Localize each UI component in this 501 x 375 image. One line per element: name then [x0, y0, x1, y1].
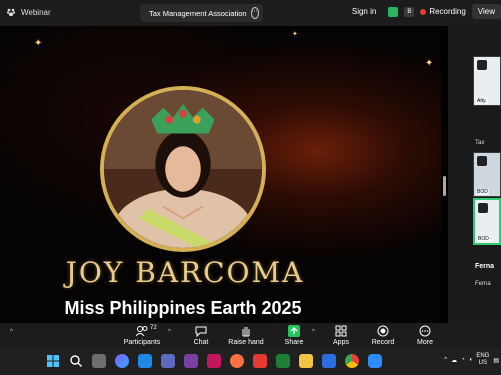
participants-button[interactable]: 72 Participants — [122, 325, 162, 346]
shared-screen: ✦ ✦ ✦ JOY BARCOMA Miss Philippines Earth… — [0, 26, 441, 323]
b-icon[interactable]: B — [404, 6, 415, 17]
video-tile[interactable]: BOD — [473, 152, 501, 197]
chat-icon — [195, 326, 207, 337]
more-icon — [419, 325, 431, 337]
zoom-icon[interactable] — [368, 354, 382, 368]
share-icon — [288, 325, 300, 337]
copilot-icon[interactable] — [115, 354, 129, 368]
teams-icon[interactable] — [161, 354, 175, 368]
sign-in-button[interactable]: Sign in — [346, 4, 382, 19]
record-icon — [377, 325, 389, 337]
windows-start-icon[interactable] — [46, 354, 60, 368]
participants-count: 72 — [150, 325, 157, 331]
firefox-icon[interactable] — [230, 354, 244, 368]
record-dot-icon — [420, 8, 427, 15]
chevron-up-icon[interactable]: ^ — [168, 329, 171, 335]
speaker-name: JOY BARCOMA — [65, 256, 305, 289]
participant-subname: Ferna — [475, 281, 491, 287]
excel-icon[interactable] — [276, 354, 290, 368]
app-icon[interactable] — [207, 354, 221, 368]
recording-indicator[interactable]: Recording — [420, 7, 466, 16]
org-logo-icon — [477, 60, 487, 70]
file-explorer-icon[interactable] — [299, 354, 313, 368]
speaker-icon[interactable]: ◖ — [469, 357, 473, 363]
participants-icon — [135, 326, 148, 337]
portrait-frame — [100, 86, 266, 252]
lang-code: ENG — [476, 353, 490, 359]
lang-region: US — [478, 360, 487, 366]
apps-label: Apps — [333, 339, 349, 346]
tile-caption: Tax — [475, 140, 485, 146]
shield-icon[interactable] — [388, 6, 399, 17]
meeting-title: Tax Management Association — [149, 8, 247, 18]
pdf-icon[interactable] — [253, 354, 267, 368]
meeting-title-pill[interactable]: Tax Management Association ⋯ — [140, 4, 263, 22]
search-icon[interactable] — [69, 354, 83, 368]
video-tile-active[interactable]: BOD - — [473, 198, 501, 245]
share-label: Share — [284, 339, 304, 346]
wifi-icon[interactable]: ◔ — [461, 357, 465, 363]
recording-label: Recording — [429, 7, 466, 16]
more-button[interactable]: More — [410, 325, 440, 346]
paw-icon — [6, 8, 16, 16]
speaker-title: Miss Philippines Earth 2025 — [64, 298, 302, 318]
task-view-icon[interactable] — [92, 354, 106, 368]
record-label: Record — [371, 339, 395, 346]
portrait-image — [104, 90, 262, 248]
participants-label: Participants — [123, 339, 161, 346]
more-label: More — [417, 339, 433, 346]
resize-handle[interactable] — [443, 176, 446, 196]
tile-label: BOD — [476, 189, 489, 195]
share-button[interactable]: Share — [280, 325, 308, 346]
chat-label: Chat — [193, 339, 209, 346]
apps-button[interactable]: Apps — [326, 325, 356, 346]
outlook-icon[interactable] — [138, 354, 152, 368]
chevron-up-icon[interactable]: ^ — [10, 329, 13, 335]
apps-icon — [335, 325, 347, 337]
participant-gallery: Atty. Tax BOD BOD - Ferna Ferna — [448, 26, 501, 323]
participant-name: Ferna — [475, 263, 495, 270]
org-logo-icon — [477, 156, 487, 166]
tile-label: Atty. — [476, 98, 488, 104]
title-bar: Webinar Tax Management Association ⋯ Sig… — [0, 0, 501, 26]
onenote-icon[interactable] — [184, 354, 198, 368]
meeting-toolbar: ^ 72 Participants ^ Chat Raise hand Shar… — [0, 323, 501, 349]
org-logo-icon — [478, 203, 488, 213]
video-tile[interactable]: Atty. — [473, 56, 501, 106]
chrome-icon[interactable] — [345, 354, 359, 368]
network-icon[interactable]: ▤ — [493, 357, 499, 364]
sparkle-icon: ✦ — [292, 31, 298, 38]
raise-hand-label: Raise hand — [228, 339, 264, 346]
cloud-icon[interactable]: ☁ — [451, 357, 457, 364]
chevron-up-icon[interactable]: ^ — [312, 329, 315, 335]
view-button[interactable]: View — [471, 4, 501, 19]
system-tray: ^ ☁ ◔ ◖ ENG US ▤ — [444, 353, 499, 367]
raise-hand-icon — [242, 327, 250, 337]
record-button[interactable]: Record — [368, 325, 398, 346]
chat-button[interactable]: Chat — [186, 325, 216, 346]
app-badge: Webinar — [6, 7, 51, 17]
word-icon[interactable] — [322, 354, 336, 368]
sparkle-icon: ✦ — [425, 58, 434, 69]
sparkle-icon: ✦ — [34, 38, 43, 49]
raise-hand-button[interactable]: Raise hand — [226, 325, 266, 346]
app-label: Webinar — [21, 7, 51, 17]
more-options-icon[interactable]: ⋯ — [250, 7, 259, 19]
chevron-up-icon[interactable]: ^ — [444, 357, 447, 363]
tile-label: BOD - — [477, 236, 493, 242]
taskbar: ^ ☁ ◔ ◖ ENG US ▤ — [0, 349, 501, 375]
language-indicator[interactable]: ENG US — [476, 353, 489, 367]
